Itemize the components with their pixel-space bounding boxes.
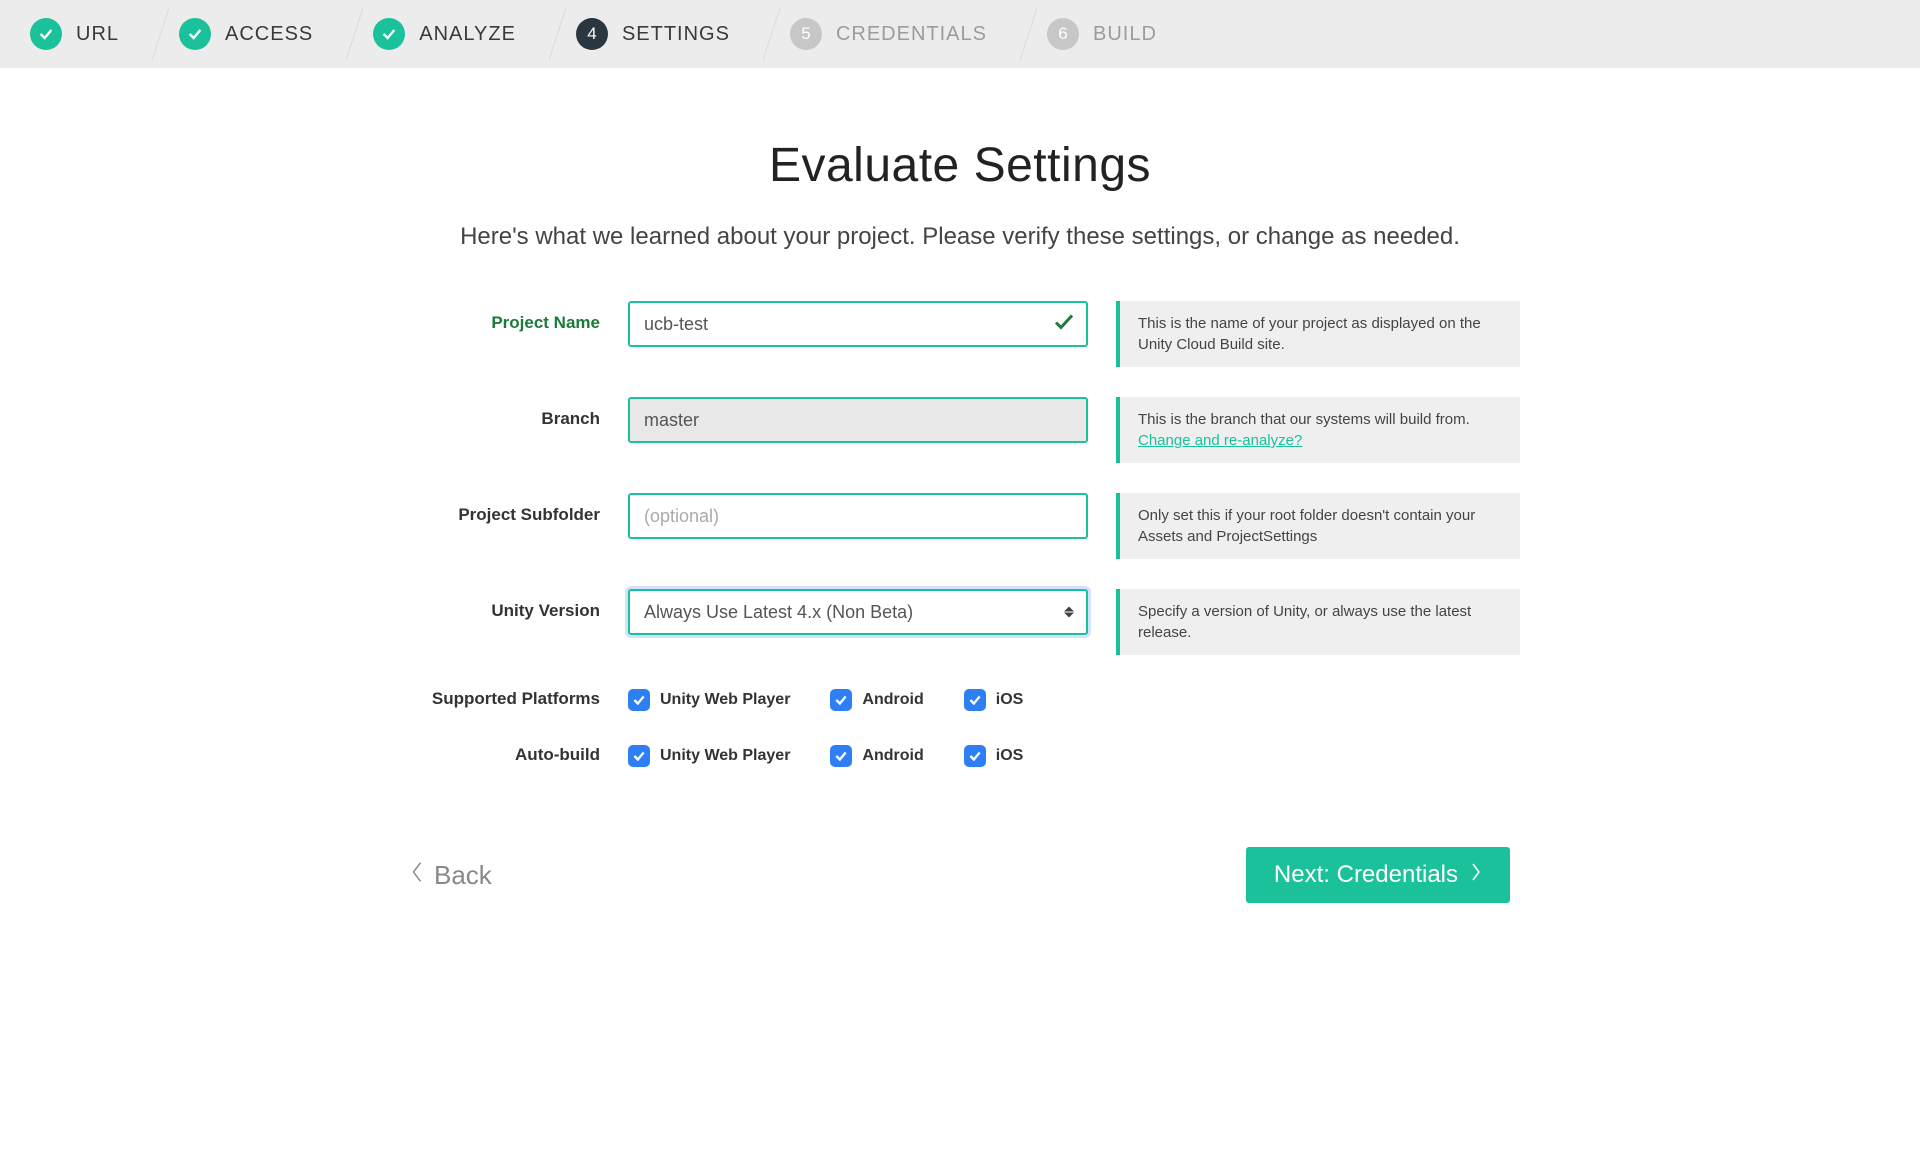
platform-android[interactable]: Android: [830, 689, 923, 711]
subfolder-hint: Only set this if your root folder doesn'…: [1116, 493, 1520, 559]
autobuild-android[interactable]: Android: [830, 745, 923, 767]
checkbox-label: iOS: [996, 747, 1024, 765]
autobuild-webplayer[interactable]: Unity Web Player: [628, 745, 790, 767]
project-name-label: Project Name: [400, 301, 600, 333]
branch-hint: This is the branch that our systems will…: [1116, 397, 1520, 463]
checkbox-label: iOS: [996, 691, 1024, 709]
next-button[interactable]: Next: Credentials: [1246, 847, 1510, 903]
step-label: SETTINGS: [622, 23, 730, 46]
step-analyze[interactable]: ANALYZE: [343, 0, 546, 68]
check-icon: [179, 18, 211, 50]
branch-hint-text: This is the branch that our systems will…: [1138, 411, 1470, 428]
autobuild-ios[interactable]: iOS: [964, 745, 1024, 767]
checkbox-label: Unity Web Player: [660, 691, 790, 709]
step-label: BUILD: [1093, 23, 1157, 46]
step-url[interactable]: URL: [0, 0, 149, 68]
check-icon: [30, 18, 62, 50]
back-label: Back: [434, 860, 492, 891]
branch-input[interactable]: [628, 397, 1088, 443]
platform-webplayer[interactable]: Unity Web Player: [628, 689, 790, 711]
step-settings[interactable]: 4 SETTINGS: [546, 0, 760, 68]
page-subtitle: Here's what we learned about your projec…: [400, 223, 1520, 251]
step-build[interactable]: 6 BUILD: [1017, 0, 1187, 68]
step-label: URL: [76, 23, 119, 46]
step-label: CREDENTIALS: [836, 23, 987, 46]
project-name-hint: This is the name of your project as disp…: [1116, 301, 1520, 367]
checkbox-label: Android: [862, 691, 923, 709]
checkbox-checked-icon: [830, 745, 852, 767]
checkbox-checked-icon: [964, 689, 986, 711]
unity-version-label: Unity Version: [400, 589, 600, 621]
checkbox-checked-icon: [628, 745, 650, 767]
check-icon: [1052, 310, 1076, 339]
project-name-input[interactable]: [628, 301, 1088, 347]
step-number: 5: [790, 18, 822, 50]
back-button[interactable]: Back: [410, 860, 492, 891]
step-label: ACCESS: [225, 23, 313, 46]
subfolder-label: Project Subfolder: [400, 493, 600, 525]
step-label: ANALYZE: [419, 23, 516, 46]
platform-ios[interactable]: iOS: [964, 689, 1024, 711]
branch-reanalyze-link[interactable]: Change and re-analyze?: [1138, 432, 1302, 449]
chevron-left-icon: [410, 860, 424, 891]
checkbox-label: Android: [862, 747, 923, 765]
step-number: 6: [1047, 18, 1079, 50]
subfolder-input[interactable]: [628, 493, 1088, 539]
supported-platforms-label: Supported Platforms: [400, 685, 600, 709]
chevron-right-icon: [1470, 861, 1482, 889]
check-icon: [373, 18, 405, 50]
checkbox-checked-icon: [628, 689, 650, 711]
checkbox-label: Unity Web Player: [660, 747, 790, 765]
step-number: 4: [576, 18, 608, 50]
checkbox-checked-icon: [964, 745, 986, 767]
unity-version-hint: Specify a version of Unity, or always us…: [1116, 589, 1520, 655]
next-label: Next: Credentials: [1274, 861, 1458, 889]
page-title: Evaluate Settings: [400, 138, 1520, 193]
step-access[interactable]: ACCESS: [149, 0, 343, 68]
stepper: URL ACCESS ANALYZE 4 SETTINGS 5 CREDENTI…: [0, 0, 1920, 68]
checkbox-checked-icon: [830, 689, 852, 711]
branch-label: Branch: [400, 397, 600, 429]
step-credentials[interactable]: 5 CREDENTIALS: [760, 0, 1017, 68]
unity-version-select[interactable]: Always Use Latest 4.x (Non Beta): [628, 589, 1088, 635]
auto-build-label: Auto-build: [400, 741, 600, 765]
